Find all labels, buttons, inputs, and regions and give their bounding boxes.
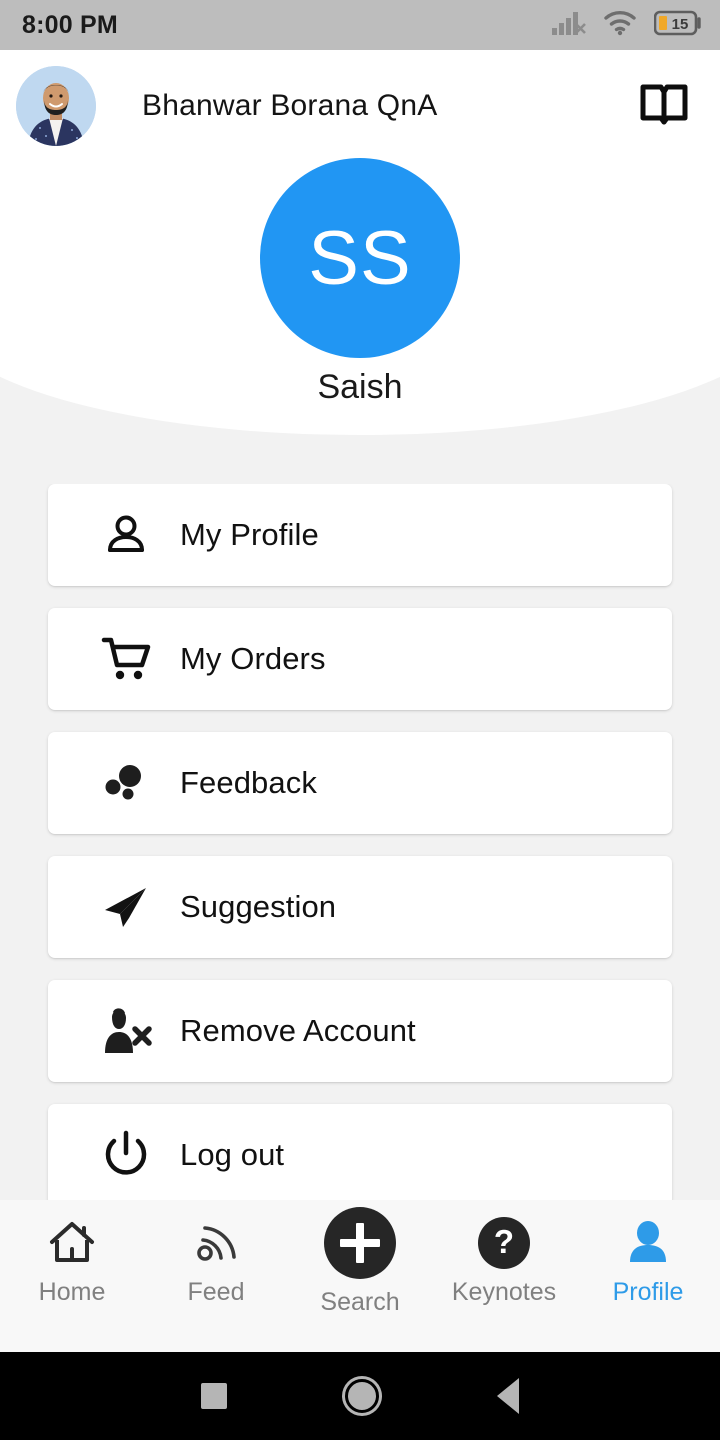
back-triangle-icon[interactable] (497, 1378, 519, 1414)
person-outline-icon (78, 484, 174, 586)
nav-item-label: Search (320, 1288, 400, 1316)
page-title: Bhanwar Borana QnA (142, 89, 438, 122)
book-button[interactable] (636, 78, 692, 134)
person-remove-icon (78, 980, 174, 1082)
menu-item-my-profile[interactable]: My Profile (48, 484, 672, 586)
profile-initials-text: SS (308, 215, 412, 301)
profile-menu-list: My Profile My Orders Feedback Suggestion… (0, 484, 720, 1200)
battery-level-text: 15 (672, 16, 689, 33)
rss-feed-icon (190, 1214, 242, 1272)
avatar[interactable] (16, 66, 96, 146)
power-icon (78, 1104, 174, 1200)
nav-item-label: Feed (187, 1278, 245, 1306)
android-navigation-bar (0, 1352, 720, 1440)
person-filled-icon (622, 1214, 674, 1272)
menu-item-label: Feedback (180, 765, 317, 800)
wifi-icon (603, 10, 637, 41)
status-bar: 8:00 PM 15 (0, 0, 720, 50)
nav-item-keynotes[interactable]: ? Keynotes (432, 1214, 576, 1307)
nav-item-search[interactable]: Search (288, 1207, 432, 1317)
profile-initials-avatar[interactable]: SS (260, 158, 460, 358)
profile-summary: SS Saish (0, 158, 720, 407)
menu-item-my-orders[interactable]: My Orders (48, 608, 672, 710)
bottom-navigation: Home Feed Search ? Keynotes Profile (0, 1200, 720, 1352)
bubbles-icon (78, 732, 174, 834)
menu-item-label: Remove Account (180, 1013, 416, 1048)
menu-item-suggestion[interactable]: Suggestion (48, 856, 672, 958)
profile-name: Saish (317, 368, 403, 406)
nav-item-label: Home (38, 1278, 106, 1306)
question-circle-icon: ? (478, 1214, 530, 1272)
menu-item-remove-account[interactable]: Remove Account (48, 980, 672, 1082)
paper-plane-icon (78, 856, 174, 958)
book-icon (639, 81, 689, 132)
menu-item-label: Log out (180, 1137, 285, 1172)
home-icon (46, 1214, 98, 1272)
nav-item-profile[interactable]: Profile (576, 1214, 720, 1307)
recents-square-icon[interactable] (201, 1383, 227, 1409)
menu-item-label: Suggestion (180, 889, 337, 924)
nav-item-home[interactable]: Home (0, 1214, 144, 1307)
app-bar: Bhanwar Borana QnA (0, 50, 720, 162)
status-icon-group: 15 (552, 10, 702, 41)
plus-circle-icon (324, 1207, 396, 1279)
menu-item-label: My Profile (180, 517, 319, 552)
battery-icon: 15 (653, 10, 702, 41)
cellular-signal-icon (552, 10, 586, 41)
shopping-cart-icon (78, 608, 174, 710)
nav-item-feed[interactable]: Feed (144, 1214, 288, 1307)
menu-item-log-out[interactable]: Log out (48, 1104, 672, 1200)
menu-item-label: My Orders (180, 641, 326, 676)
profile-header-panel: Bhanwar Borana QnA SS Saish (0, 50, 720, 435)
status-time: 8:00 PM (22, 10, 118, 39)
nav-item-label: Keynotes (451, 1278, 557, 1306)
home-circle-icon[interactable] (345, 1379, 379, 1413)
nav-item-label: Profile (612, 1278, 684, 1306)
app-screen: 8:00 PM 15 Bhanwar Borana QnA SS Saish M… (0, 0, 720, 1440)
menu-item-feedback[interactable]: Feedback (48, 732, 672, 834)
